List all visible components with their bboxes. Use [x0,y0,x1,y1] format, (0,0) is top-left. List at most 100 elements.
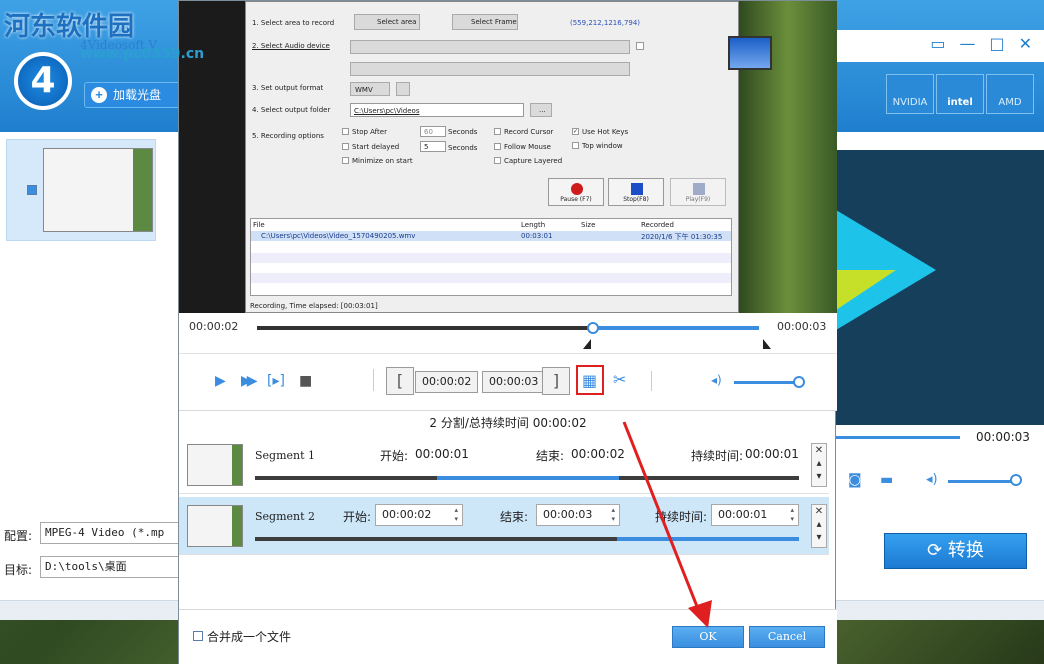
ok-button[interactable]: OK [672,626,744,648]
play-icon[interactable]: ▶ [215,373,226,389]
fast-forward-icon[interactable]: ▶▶ [241,373,257,389]
shot-select-area-button: Select area [354,14,420,30]
shot-audio-select-2 [350,62,630,76]
dialog-volume-knob[interactable] [793,376,805,388]
camera-icon[interactable]: ◙ [848,472,862,488]
shot-opt-6: Capture Layered [504,157,563,165]
new-segment-icon[interactable]: ▦ [582,371,597,390]
timeline-start-time: 00:00:02 [189,320,239,333]
target-input[interactable]: D:\tools\桌面 [40,556,180,578]
segment-end-input[interactable]: 00:00:03 [536,504,620,526]
segment-actions[interactable]: ✕ ▴ ▾ [811,504,827,548]
shot-row-5-label: 5. Recording options [252,132,324,140]
segment-duration-value: 00:00:01 [745,447,799,461]
shot-format-button [396,82,410,96]
shot-stop-button: Stop(F8) [608,178,664,206]
segment-range-fill [437,476,619,480]
set-end-button[interactable]: ] [542,367,570,395]
timeline-track-selected[interactable] [593,326,759,330]
add-disc-icon: + [91,87,107,103]
file-list-item[interactable] [6,139,156,241]
shot-opt-check-4 [494,128,501,135]
convert-button[interactable]: ⟳ 转换 [884,533,1027,569]
segment-duration-label: 持续时间: [691,449,744,463]
timeline-track-played[interactable] [257,326,593,330]
shot-opt-7: Use Hot Keys [582,128,629,136]
gpu-amd-badge: AMD [986,74,1034,114]
scissors-icon[interactable]: ✂ [613,370,626,389]
app-logo: 4 [14,52,72,110]
segment-start-input[interactable]: 00:00:02 [375,504,463,526]
divider-2 [651,371,652,391]
set-end-time[interactable]: 00:00:03 [482,371,546,393]
watermark-url: www.pc0359.cn [80,46,205,62]
maximize-icon[interactable]: □ [989,34,1004,53]
shot-audio-select [350,40,630,54]
segment-thumbnail [187,444,243,486]
shot-folder-button: ... [530,103,552,117]
segment-end-label: 结束: [500,510,529,524]
segment-row-selected[interactable]: Segment 2 开始: 00:00:02 结束: 00:00:03 持续时间… [179,497,829,555]
shot-row-1-label: 1. Select area to record [252,19,335,27]
start-marker-icon[interactable] [583,339,591,349]
close-icon[interactable]: ✕ [1019,34,1032,53]
segment-row[interactable]: Segment 1 开始: 00:00:01 结束: 00:00:02 持续时间… [179,436,829,494]
recorder-window-capture: 1. Select area to record Select area Sel… [245,1,772,313]
minimize-icon[interactable]: — [959,34,975,53]
timeline-bar: 00:00:02 00:00:03 [179,313,837,353]
segment-summary: 2 分割/总持续时间 00:00:02 [429,416,587,430]
segment-start-label: 开始: [380,449,409,463]
shot-opt-check-8 [572,142,579,149]
segment-end-label: 结束: [536,449,565,463]
segment-name: Segment 1 [255,449,316,462]
video-frame: 1. Select area to record Select area Sel… [179,1,837,313]
shot-opt-5: Follow Mouse [504,143,551,151]
shot-monitor-icon [728,36,772,70]
file-checkbox[interactable] [27,185,37,195]
shot-play-button: Play(F9) [670,178,726,206]
convert-icon: ⟳ [927,540,948,561]
shot-file-list: File Length Size Recorded C:\Users\pc\Vi… [250,218,732,296]
segment-actions[interactable]: ✕ ▴ ▾ [811,443,827,487]
shot-format-select: WMV [350,82,390,96]
trim-dialog: 1. Select area to record Select area Sel… [178,0,837,664]
volume-icon-dialog[interactable]: ◂) [711,373,722,387]
shot-row-4-label: 4. Select output folder [252,106,331,114]
shot-row-2-label: 2. Select Audio device [252,42,330,50]
segment-duration-label: 持续时间: [655,510,708,524]
shot-opt-2: Start delayed [352,143,400,151]
volume-slider-knob[interactable] [1010,474,1022,486]
segment-end-value: 00:00:02 [571,447,625,461]
shot-pause-button: Pause (F7) [548,178,604,206]
shot-opt-3: Minimize on start [352,157,413,165]
profile-select[interactable]: MPEG-4 Video (*.mp [40,522,180,544]
add-disc-button[interactable]: + 加载光盘 [84,82,184,108]
shot-opt-8: Top window [582,142,623,150]
feedback-icon[interactable]: ▭ [930,34,945,53]
shot-status: Recording, Time elapsed: [00:03:01] [250,302,378,310]
shot-opt-check-3 [342,157,349,164]
shot-stop-after-input: 60 [420,126,446,137]
shot-opt-check-1 [342,128,349,135]
volume-icon[interactable]: ◂) [926,472,938,487]
shot-folder-input: C:\Users\pc\Videos [350,103,524,117]
merge-checkbox[interactable] [193,631,203,641]
shot-row-3-label: 3. Set output format [252,84,324,92]
segment-duration-input[interactable]: 00:00:01 [711,504,799,526]
folder-icon[interactable]: ▬ [880,472,893,488]
target-label: 目标: [4,563,33,577]
file-thumbnail [43,148,153,232]
preview-progress[interactable] [836,436,960,439]
end-marker-icon[interactable] [763,339,771,349]
set-start-time[interactable]: 00:00:02 [415,371,479,393]
dialog-volume-track[interactable] [734,381,800,384]
set-start-button[interactable]: [ [386,367,414,395]
timeline-playhead[interactable] [587,322,599,334]
window-controls: ▭ — □ ✕ [930,34,1032,53]
add-disc-label: 加载光盘 [113,88,162,102]
preview-time: 00:00:03 [976,430,1030,444]
segment-start-value: 00:00:01 [415,447,469,461]
cancel-button[interactable]: Cancel [749,626,825,648]
frame-step-icon[interactable]: [▸] [267,373,285,389]
stop-icon[interactable]: ■ [299,373,312,389]
